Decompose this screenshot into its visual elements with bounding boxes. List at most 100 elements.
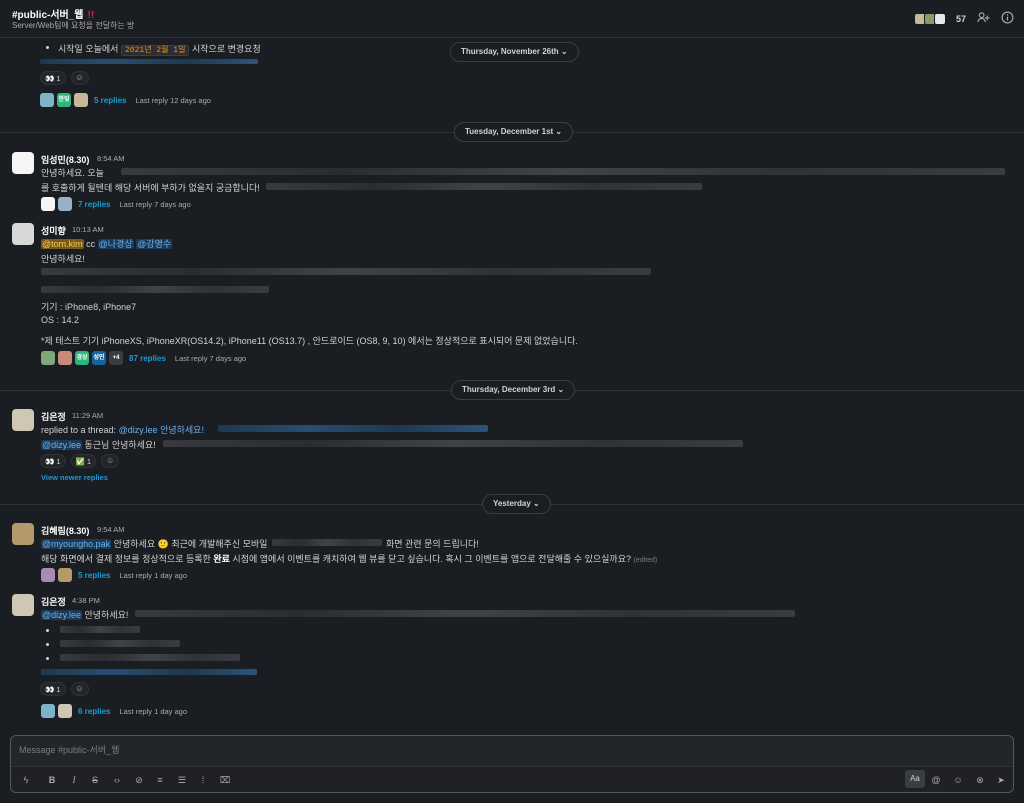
- message-line: 해당 화면에서 결제 정보를 정상적으로 등록한: [41, 554, 211, 564]
- channel-name[interactable]: #public-서버_웹!!: [12, 6, 94, 21]
- chevron-down-icon: ⌄: [560, 47, 568, 56]
- date-divider-yesterday[interactable]: Yesterday ⌄: [482, 494, 551, 514]
- avatar: [74, 93, 88, 107]
- avatar[interactable]: [12, 223, 34, 245]
- link-icon[interactable]: ⊘: [132, 773, 146, 787]
- avatar[interactable]: [12, 523, 34, 545]
- avatar[interactable]: [12, 594, 34, 616]
- mention-na[interactable]: @나경상: [97, 239, 134, 249]
- sender-name[interactable]: 성미향: [41, 224, 66, 237]
- mention-dizy-lee[interactable]: @dizy.lee: [41, 610, 82, 620]
- thread-summary[interactable]: 경상 성민 +4 87 replies Last reply 7 days ag…: [41, 351, 246, 365]
- lightning-icon[interactable]: ϟ: [19, 773, 33, 787]
- view-newer-replies-link[interactable]: View newer replies: [41, 473, 108, 482]
- bullet-dot: [46, 629, 49, 632]
- message-time[interactable]: 9:54 AM: [97, 525, 125, 534]
- message-time[interactable]: 8:54 AM: [97, 154, 125, 163]
- sender-name[interactable]: 김은정: [41, 595, 66, 608]
- bold-text: 완료: [213, 554, 230, 564]
- add-reaction-icon[interactable]: ☺: [101, 454, 120, 468]
- formatting-toggle-button[interactable]: Aa: [905, 770, 925, 788]
- code-block-icon[interactable]: ⌧: [218, 773, 232, 787]
- more-avatars: +4: [109, 351, 123, 365]
- thread-summary[interactable]: 한빛 5 replies Last reply 12 days ago: [40, 93, 211, 107]
- add-reaction-icon[interactable]: ☺: [70, 71, 89, 85]
- message-text: 안녕하세요!: [41, 254, 85, 264]
- italic-icon[interactable]: I: [67, 773, 81, 787]
- add-reaction-icon[interactable]: ☺: [70, 682, 89, 696]
- thread-link[interactable]: @dizy.lee 안녕하세요!: [119, 425, 204, 435]
- redacted-text: [272, 539, 382, 546]
- bullet-list-icon[interactable]: ☰: [175, 773, 189, 787]
- reaction-eyes[interactable]: 👀 1: [40, 682, 66, 696]
- reactions: 👀 1 ☺: [40, 682, 89, 696]
- bold-icon[interactable]: B: [45, 773, 59, 787]
- avatar: [41, 351, 55, 365]
- send-icon[interactable]: ➤: [994, 773, 1008, 787]
- thread-summary[interactable]: 5 replies Last reply 1 day ago: [41, 568, 187, 582]
- sender-name[interactable]: 임성민(8.30): [41, 153, 89, 166]
- replies-link[interactable]: 7 replies: [78, 200, 110, 209]
- blockquote-icon[interactable]: ⁞: [196, 773, 210, 787]
- message-text: 화면 관련 문의 드립니다!: [386, 539, 479, 549]
- thread-summary[interactable]: 7 replies Last reply 7 days ago: [41, 197, 191, 211]
- redacted-text: [60, 640, 180, 647]
- avatar[interactable]: [12, 152, 34, 174]
- avatar[interactable]: [12, 409, 34, 431]
- redacted-link: [41, 669, 257, 675]
- mention-tom-kim[interactable]: @tom.kim: [41, 239, 84, 249]
- mention-myoungho[interactable]: @myoungho.pak: [41, 539, 112, 549]
- bullet-text-prefix: 시작일 오늘에서: [58, 44, 119, 54]
- redacted-text: [121, 168, 1005, 175]
- replies-link[interactable]: 5 replies: [78, 571, 110, 580]
- reaction-check[interactable]: ✅ 1: [70, 454, 97, 468]
- note-line: *제 테스트 기기 iPhoneXS, iPhoneXR(OS14.2), iP…: [41, 336, 578, 346]
- redacted-text: [163, 440, 743, 447]
- bullet-dot: [46, 46, 49, 49]
- eyes-emoji: 👀: [45, 684, 55, 694]
- check-emoji: ✅: [75, 456, 85, 466]
- replies-link[interactable]: 5 replies: [94, 96, 126, 105]
- message-line: 최근에 개발해주신 모바일: [171, 539, 268, 549]
- code-icon[interactable]: ‹›: [110, 773, 124, 787]
- last-reply: Last reply 12 days ago: [135, 95, 211, 105]
- reaction-eyes[interactable]: 👀 1: [40, 71, 66, 85]
- date-divider-nov-26[interactable]: Thursday, November 26th ⌄: [450, 42, 579, 62]
- message-text: @myoungho.pak 안녕하세요 🙂 최근에 개발해주신 모바일: [41, 537, 267, 550]
- date-divider-dec-3[interactable]: Thursday, December 3rd ⌄: [451, 380, 576, 400]
- reaction-eyes[interactable]: 👀 1: [40, 454, 66, 468]
- mention-kang[interactable]: @강명수: [136, 239, 173, 249]
- sender-name[interactable]: 김은정: [41, 410, 66, 423]
- message-time[interactable]: 4:38 PM: [72, 596, 100, 605]
- message-input[interactable]: [19, 742, 999, 758]
- last-reply: Last reply 7 days ago: [119, 199, 191, 209]
- replies-link[interactable]: 87 replies: [129, 354, 166, 363]
- message-time[interactable]: 10:13 AM: [72, 225, 104, 234]
- ordered-list-icon[interactable]: ≡: [153, 773, 167, 787]
- date-label: Tuesday, December 1st: [465, 127, 554, 136]
- redacted-text: [135, 610, 795, 617]
- message-time[interactable]: 11:29 AM: [72, 411, 103, 420]
- replied-to-label: replied to a thread:: [41, 425, 117, 435]
- strikethrough-icon[interactable]: S: [88, 773, 102, 787]
- header-actions: 57: [913, 10, 1014, 28]
- sender-name[interactable]: 김혜림(8.30): [41, 524, 89, 537]
- member-avatars[interactable]: [913, 13, 946, 25]
- redacted-link: [40, 59, 258, 64]
- last-reply: Last reply 1 day ago: [119, 706, 188, 716]
- chevron-down-icon: ⌄: [533, 499, 540, 508]
- member-count[interactable]: 57: [956, 14, 966, 24]
- bullet-dot: [46, 657, 49, 660]
- mention-dizy-lee[interactable]: @dizy.lee: [41, 440, 82, 450]
- add-member-icon[interactable]: [976, 11, 990, 27]
- avatar: [58, 351, 72, 365]
- thread-summary[interactable]: 6 replies Last reply 1 day ago: [41, 704, 187, 718]
- channel-details-icon[interactable]: [1000, 11, 1014, 27]
- emoji-icon[interactable]: ☺: [951, 773, 965, 787]
- date-divider-dec-1[interactable]: Tuesday, December 1st ⌄: [454, 122, 574, 142]
- channel-topic[interactable]: Server/Web팀에 요청을 전달하는 방: [12, 20, 134, 31]
- attachment-icon[interactable]: ⊗: [973, 773, 987, 787]
- reaction-count: 1: [56, 456, 61, 466]
- replies-link[interactable]: 6 replies: [78, 707, 110, 716]
- mention-icon[interactable]: @: [929, 773, 943, 787]
